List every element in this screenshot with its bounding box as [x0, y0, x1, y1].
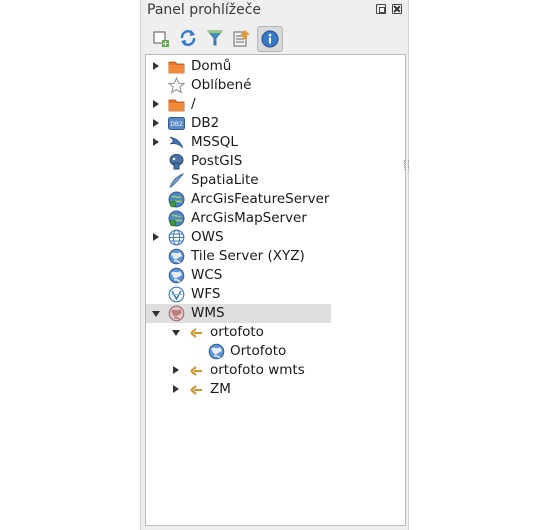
- tree-item-mssql[interactable]: MSSQL: [146, 133, 331, 152]
- tree-item-label: ArcGisFeatureServer: [191, 191, 330, 207]
- tree-item-ortofoto-wmts[interactable]: ortofoto wmts: [146, 361, 331, 380]
- tree-item-label: Oblíbené: [191, 77, 252, 93]
- folder-icon: [168, 99, 185, 112]
- filter-button[interactable]: [205, 28, 225, 48]
- ows-globe-icon: [168, 229, 185, 246]
- tree-item-spatialite[interactable]: SpatiaLite: [146, 171, 331, 190]
- xyz-globe-icon: [168, 248, 185, 265]
- wms-globe-icon: [168, 305, 185, 322]
- collapse-all-button[interactable]: [232, 28, 252, 48]
- raster-layer-icon: [208, 343, 225, 360]
- collapse-arrow-icon[interactable]: [152, 311, 160, 317]
- tree-item-label: ortofoto wmts: [210, 362, 305, 378]
- panel-resize-handle[interactable]: [404, 160, 409, 170]
- tree-item-label: ortofoto: [210, 324, 264, 340]
- wfs-globe-icon: [168, 286, 185, 303]
- tree-item-db2[interactable]: DB2 DB2: [146, 114, 331, 133]
- tree-item-label: ArcGisMapServer: [191, 210, 307, 226]
- float-panel-button[interactable]: [376, 4, 386, 14]
- mssql-icon: [169, 136, 184, 149]
- filter-icon: [207, 30, 223, 46]
- wcs-globe-icon: [168, 267, 185, 284]
- postgis-icon: [169, 154, 184, 170]
- tree-item-label: /: [191, 96, 196, 112]
- star-icon: [168, 77, 185, 94]
- tree-item-domu[interactable]: Domů: [146, 57, 331, 76]
- tree-item-tile-server[interactable]: Tile Server (XYZ): [146, 247, 331, 266]
- expand-arrow-icon[interactable]: [153, 62, 159, 70]
- tree-item-arcgis-map-server[interactable]: ArcGisMapServer: [146, 209, 331, 228]
- browser-panel: Panel prohlížeče Domů Oblíbené / DB2 DB2…: [140, 0, 409, 530]
- tree-item-postgis[interactable]: PostGIS: [146, 152, 331, 171]
- connection-icon: [190, 328, 202, 338]
- connection-icon: [190, 366, 202, 376]
- tree-item-root[interactable]: /: [146, 95, 331, 114]
- tree-item-label: Tile Server (XYZ): [191, 248, 305, 264]
- tree-item-ortofoto-connection[interactable]: ortofoto: [146, 323, 331, 342]
- properties-button[interactable]: [257, 26, 283, 52]
- tree-item-label: WFS: [191, 286, 221, 302]
- tree-item-label: WCS: [191, 267, 223, 283]
- collapse-icon: [233, 30, 250, 47]
- tree-item-wcs[interactable]: WCS: [146, 266, 331, 285]
- tree-item-label: PostGIS: [191, 153, 243, 169]
- expand-arrow-icon[interactable]: [153, 119, 159, 127]
- browser-tree: Domů Oblíbené / DB2 DB2 MSSQL PostGIS Sp…: [145, 54, 406, 526]
- expand-arrow-icon[interactable]: [173, 366, 179, 374]
- tree-item-label: Ortofoto: [230, 343, 287, 359]
- db2-icon: DB2: [168, 117, 185, 130]
- tree-item-label: WMS: [191, 305, 225, 321]
- refresh-button[interactable]: [178, 28, 198, 48]
- tree-item-label: MSSQL: [191, 134, 238, 150]
- tree-item-label: Domů: [191, 58, 232, 74]
- tree-item-ows[interactable]: OWS: [146, 228, 331, 247]
- expand-arrow-icon[interactable]: [153, 138, 159, 146]
- connection-icon: [190, 385, 202, 395]
- tree-item-wfs[interactable]: WFS: [146, 285, 331, 304]
- panel-title: Panel prohlížeče: [147, 2, 262, 18]
- expand-arrow-icon[interactable]: [173, 385, 179, 393]
- add-layer-icon: [153, 31, 169, 47]
- expand-arrow-icon[interactable]: [153, 233, 159, 241]
- tree-item-zm[interactable]: ZM: [146, 380, 331, 399]
- svg-text:DB2: DB2: [170, 121, 183, 128]
- refresh-icon: [180, 30, 196, 46]
- close-panel-button[interactable]: [392, 4, 402, 14]
- arcgis-feature-icon: [168, 191, 185, 208]
- tree-item-label: OWS: [191, 229, 224, 245]
- expand-arrow-icon[interactable]: [153, 100, 159, 108]
- spatialite-icon: [169, 173, 185, 188]
- browser-toolbar: [147, 26, 407, 52]
- tree-item-label: ZM: [210, 381, 231, 397]
- tree-item-ortofoto-layer[interactable]: Ortofoto: [146, 342, 331, 361]
- add-layer-button[interactable]: [151, 28, 171, 48]
- collapse-arrow-icon[interactable]: [172, 330, 180, 336]
- tree-item-label: DB2: [191, 115, 220, 131]
- info-icon: [261, 30, 279, 48]
- arcgis-map-icon: [168, 210, 185, 227]
- folder-icon: [168, 61, 185, 74]
- tree-item-wms[interactable]: WMS: [146, 304, 331, 323]
- tree-item-label: SpatiaLite: [191, 172, 259, 188]
- tree-item-arcgis-feature-server[interactable]: ArcGisFeatureServer: [146, 190, 331, 209]
- tree-item-oblibene[interactable]: Oblíbené: [146, 76, 331, 95]
